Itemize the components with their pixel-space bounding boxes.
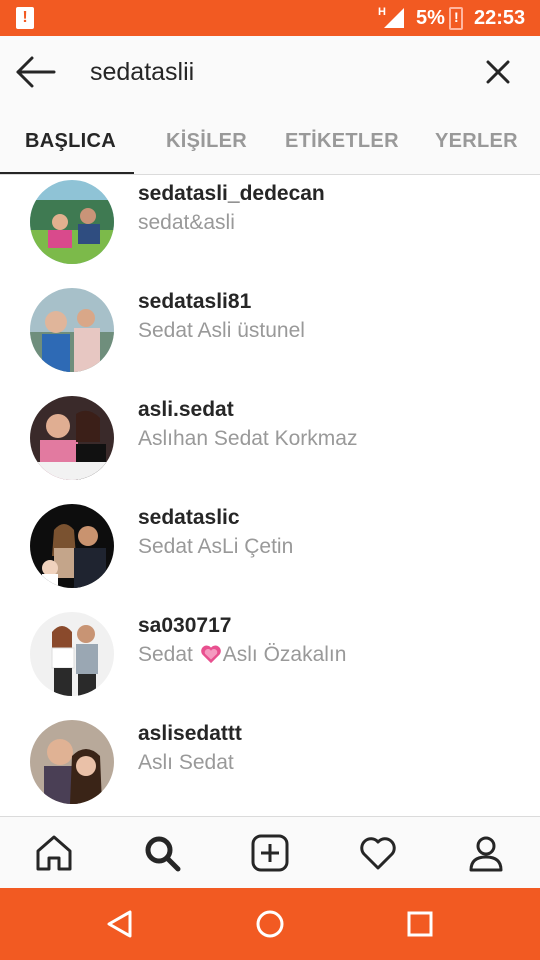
result-full-name: Sedat AsLi Çetin bbox=[138, 535, 294, 558]
result-full-name: Aslı Sedat bbox=[138, 751, 234, 774]
list-item[interactable]: aslisedattt Aslı Sedat bbox=[0, 708, 540, 816]
tab-people[interactable]: KİŞİLER bbox=[166, 130, 247, 153]
home-icon[interactable] bbox=[34, 833, 74, 873]
battery-icon bbox=[449, 7, 463, 30]
full-name-part: Sedat bbox=[138, 643, 193, 666]
list-item[interactable]: asli.sedat Aslıhan Sedat Korkmaz bbox=[0, 384, 540, 492]
avatar bbox=[30, 180, 114, 264]
recents-square-icon[interactable] bbox=[404, 908, 436, 940]
home-circle-icon[interactable] bbox=[254, 908, 286, 940]
list-item[interactable]: sa030717 Sedat Aslı Özakalın bbox=[0, 600, 540, 708]
battery-percent: 5% bbox=[416, 7, 445, 29]
arrow-left-icon[interactable] bbox=[14, 54, 58, 90]
heart-icon[interactable] bbox=[358, 833, 398, 873]
network-type: H bbox=[378, 6, 386, 18]
result-username: sedatasli81 bbox=[138, 290, 252, 313]
heart-emoji-icon bbox=[200, 645, 221, 664]
avatar bbox=[30, 720, 114, 804]
list-item[interactable]: sedataslic Sedat AsLi Çetin bbox=[0, 492, 540, 600]
result-username: sa030717 bbox=[138, 614, 232, 637]
result-full-name: Aslıhan Sedat Korkmaz bbox=[138, 427, 358, 450]
add-post-icon[interactable] bbox=[250, 833, 290, 873]
search-input[interactable] bbox=[90, 55, 450, 89]
full-name-part: Aslı Özakalın bbox=[222, 643, 347, 666]
result-full-name: Sedat Aslı Özakalın bbox=[138, 643, 346, 667]
search-tabs: BAŞLICA KİŞİLER ETİKETLER YERLER bbox=[0, 108, 540, 175]
avatar bbox=[30, 504, 114, 588]
clock: 22:53 bbox=[474, 7, 526, 29]
result-full-name: sedat&asli bbox=[138, 211, 235, 234]
profile-icon[interactable] bbox=[466, 833, 506, 873]
results-list: sedatasli_dedecan sedat&asli sedatasli81… bbox=[0, 176, 540, 816]
result-username: asli.sedat bbox=[138, 398, 234, 421]
list-item[interactable]: sedatasli81 Sedat Asli üstunel bbox=[0, 276, 540, 384]
result-username: sedataslic bbox=[138, 506, 240, 529]
close-icon[interactable] bbox=[482, 56, 514, 88]
result-username: sedatasli_dedecan bbox=[138, 182, 325, 205]
tab-tags[interactable]: ETİKETLER bbox=[285, 130, 399, 153]
avatar bbox=[30, 612, 114, 696]
result-full-name: Sedat Asli üstunel bbox=[138, 319, 305, 342]
tab-top[interactable]: BAŞLICA bbox=[25, 130, 116, 153]
result-username: aslisedattt bbox=[138, 722, 242, 745]
bottom-navigation bbox=[0, 816, 540, 888]
back-triangle-icon[interactable] bbox=[104, 908, 136, 940]
search-icon[interactable] bbox=[142, 833, 182, 873]
status-bar: ! H 5% 22:53 bbox=[0, 0, 540, 36]
signal-icon bbox=[384, 8, 404, 28]
alert-icon: ! bbox=[16, 7, 34, 29]
active-tab-indicator bbox=[0, 172, 134, 174]
list-item[interactable]: sedatasli_dedecan sedat&asli bbox=[0, 176, 540, 276]
avatar bbox=[30, 396, 114, 480]
system-navigation bbox=[0, 888, 540, 960]
search-header bbox=[0, 36, 540, 108]
avatar bbox=[30, 288, 114, 372]
tab-places[interactable]: YERLER bbox=[435, 130, 518, 153]
